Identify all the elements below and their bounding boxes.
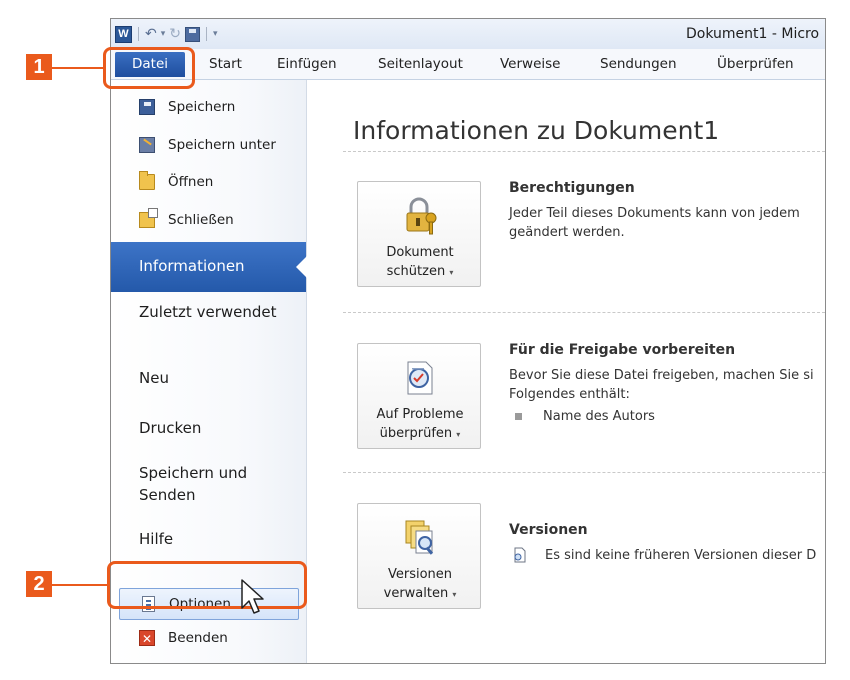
word-logo-icon[interactable]: W (115, 25, 132, 43)
check-for-issues-button[interactable]: Auf Probleme überprüfen ▾ (357, 343, 481, 449)
divider (343, 472, 825, 473)
protect-document-button[interactable]: Dokument schützen ▾ (357, 181, 481, 287)
callout-line-2 (52, 584, 108, 586)
dropdown-arrow-icon: ▾ (452, 590, 457, 599)
window-title: Dokument1 - Micro (686, 26, 820, 42)
button-label-text: schützen (386, 264, 446, 279)
page-title: Informationen zu Dokument1 (353, 116, 720, 145)
ribbon-tab-bar: Datei Start Einfügen Seitenlayout Verwei… (111, 49, 825, 80)
nav-informationen[interactable]: Informationen (111, 242, 307, 292)
backstage-content: Informationen zu Dokument1 Dokument schü… (307, 80, 825, 663)
quick-access-toolbar: W ↶ ▾ ↻ ▾ (115, 25, 218, 43)
tab-sendungen[interactable]: Sendungen (600, 56, 677, 72)
undo-icon[interactable]: ↶ (145, 26, 157, 42)
title-bar: W ↶ ▾ ↻ ▾ Dokument1 - Micro (111, 19, 825, 49)
callout-line-1 (52, 67, 104, 69)
divider (343, 151, 825, 152)
nav-speichern-und-senden[interactable]: Speichern und Senden (139, 462, 299, 506)
highlight-ring-datei (103, 47, 195, 89)
nav-label: Schließen (168, 212, 234, 228)
toolbar-separator (206, 27, 207, 41)
button-label: schützen ▾ (358, 262, 482, 282)
button-label: Auf Probleme (376, 407, 464, 422)
nav-label: Speichern (168, 99, 236, 115)
customize-toolbar-icon[interactable]: ▾ (213, 29, 218, 39)
save-icon[interactable] (185, 26, 200, 42)
undo-dropdown-icon[interactable]: ▾ (161, 29, 166, 39)
button-label: überprüfen ▾ (358, 424, 482, 444)
nav-neu[interactable]: Neu (139, 367, 299, 389)
exit-icon: ✕ (139, 630, 155, 646)
toolbar-separator (138, 27, 139, 41)
callout-badge-1: 1 (26, 54, 52, 80)
section-title-berechtigungen: Berechtigungen (509, 180, 635, 196)
button-label: Versionen (387, 567, 453, 582)
save-icon (139, 99, 155, 115)
button-label-text: verwalten (383, 586, 449, 601)
inspect-document-icon (407, 361, 433, 395)
bullet-square-icon (515, 413, 522, 420)
nav-speichern[interactable]: Speichern (139, 96, 235, 118)
nav-speichern-unter[interactable]: Speichern unter (139, 134, 276, 156)
callout-badge-2: 2 (26, 571, 52, 597)
dropdown-arrow-icon: ▾ (449, 268, 454, 277)
tab-start[interactable]: Start (209, 56, 242, 72)
section-title-freigabe: Für die Freigabe vorbereiten (509, 342, 736, 358)
button-label: verwalten ▾ (358, 584, 482, 604)
section-text: Folgendes enthält: (509, 387, 630, 402)
tab-ueberpruefen[interactable]: Überprüfen (717, 56, 794, 72)
section-text: Bevor Sie diese Datei freigeben, machen … (509, 368, 814, 383)
open-folder-icon (139, 171, 155, 190)
nav-drucken[interactable]: Drucken (139, 417, 299, 439)
section-text: geändert werden. (509, 225, 625, 240)
nav-zuletzt-verwendet[interactable]: Zuletzt verwendet (139, 301, 299, 323)
nav-label: Informationen (139, 257, 245, 275)
tab-seitenlayout[interactable]: Seitenlayout (378, 56, 463, 72)
nav-label: Speichern unter (168, 137, 276, 153)
divider (343, 312, 825, 313)
manage-versions-button[interactable]: Versionen verwalten ▾ (357, 503, 481, 609)
bullet-item: Name des Autors (509, 409, 655, 424)
nav-oeffnen[interactable]: Öffnen (139, 171, 213, 193)
versions-icon (405, 520, 434, 555)
nav-label: Beenden (168, 630, 228, 646)
versions-info-text: Es sind keine früheren Versionen dieser … (545, 547, 817, 563)
section-text: Jeder Teil dieses Dokuments kann von jed… (509, 206, 800, 221)
save-as-icon (139, 137, 155, 153)
close-document-icon (139, 208, 158, 228)
nav-hilfe[interactable]: Hilfe (139, 528, 299, 550)
bullet-text: Name des Autors (543, 409, 655, 424)
document-history-icon (514, 547, 526, 563)
nav-beenden[interactable]: ✕ Beenden (139, 630, 228, 646)
redo-icon[interactable]: ↻ (169, 26, 181, 42)
lock-key-icon (406, 197, 437, 235)
highlight-ring-optionen (107, 561, 307, 609)
button-label: Dokument (386, 245, 454, 260)
tab-verweise[interactable]: Verweise (500, 56, 560, 72)
nav-label: Öffnen (168, 174, 214, 190)
button-label-text: überprüfen (379, 426, 453, 441)
nav-schliessen[interactable]: Schließen (139, 208, 234, 231)
versions-info-row: Es sind keine früheren Versionen dieser … (509, 547, 816, 563)
tab-einfuegen[interactable]: Einfügen (277, 56, 337, 72)
section-title-versionen: Versionen (509, 522, 588, 538)
mouse-pointer-icon (241, 579, 264, 614)
dropdown-arrow-icon: ▾ (456, 430, 461, 439)
